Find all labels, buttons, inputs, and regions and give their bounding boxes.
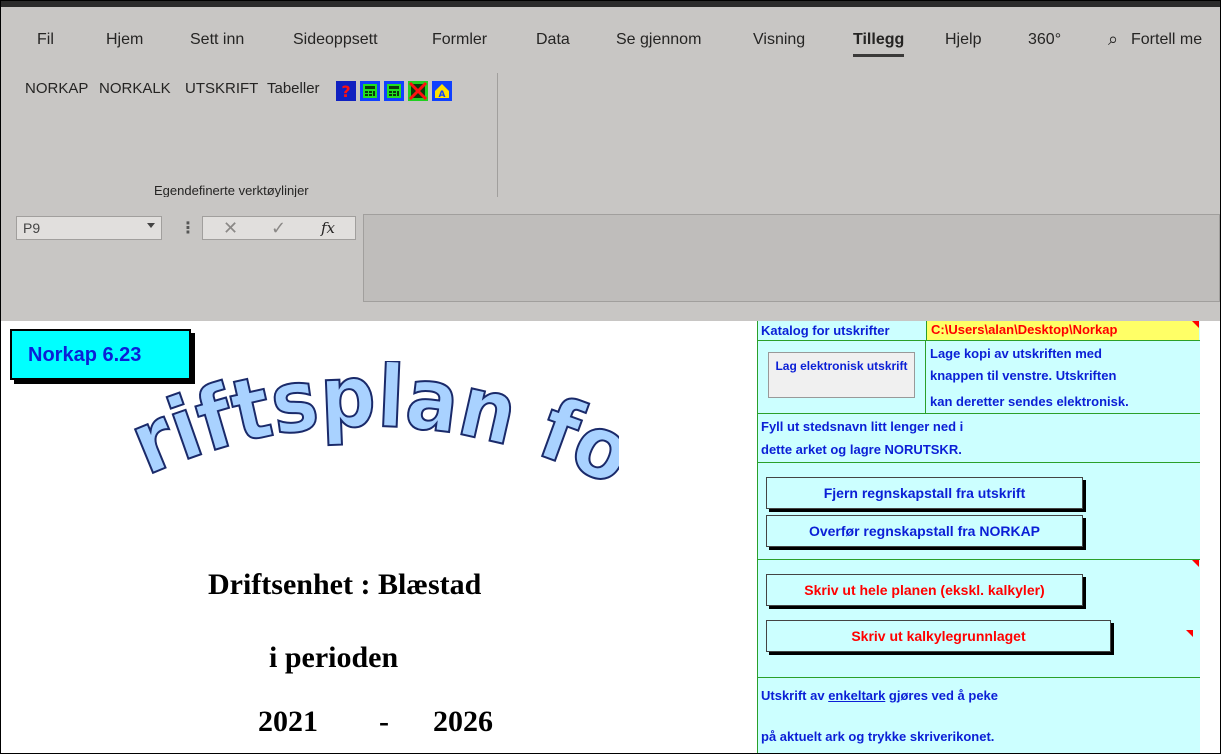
norkap-menu[interactable]: NORKAP	[25, 80, 88, 97]
comment-indicator-icon	[1192, 321, 1199, 328]
tab-visning[interactable]: Visning	[753, 31, 805, 49]
svg-text:A: A	[439, 90, 446, 100]
electronic-desc-2: knappen til venstre. Utskriften	[930, 368, 1117, 383]
svg-text:?: ?	[341, 82, 350, 101]
catalog-path-cell[interactable]: C:\Users\alan\Desktop\Norkap	[926, 321, 1199, 340]
name-box-value: P9	[23, 220, 41, 236]
tab-hjem[interactable]: Hjem	[106, 31, 143, 49]
svg-text:Driftsplan for: Driftsplan for	[119, 361, 619, 505]
help-icon[interactable]: ?	[336, 81, 356, 101]
electronic-desc-1: Lage kopi av utskriften med	[930, 346, 1102, 361]
comment-indicator-icon	[1192, 560, 1199, 567]
formula-buttons: ✕ ✓ fx	[202, 216, 356, 240]
tell-me-search[interactable]: Fortell me	[1131, 31, 1202, 49]
control-panel: Katalog for utskrifter C:\Users\alan\Des…	[757, 321, 1200, 753]
ribbon: Fil Hjem Sett inn Sideoppsett Formler Da…	[1, 1, 1220, 198]
year-separator: -	[379, 705, 389, 738]
electronic-print-button[interactable]: Lag elektronisk utskrift	[768, 352, 915, 398]
tab-formler[interactable]: Formler	[432, 31, 487, 49]
calculator-icon[interactable]	[384, 81, 404, 101]
insert-function-icon[interactable]: fx	[321, 219, 335, 237]
accounting-row: Fjern regnskapstall fra utskrift Overfør…	[758, 463, 1200, 560]
group-label: Egendefinerte verktøylinjer	[154, 183, 309, 198]
single-sheet-row: Utskrift av enkeltark gjøres ved å peke …	[758, 678, 1200, 753]
print-all-button[interactable]: Skriv ut hele planen (ekskl. kalkyler)	[766, 574, 1083, 606]
print-row: Skriv ut hele planen (ekskl. kalkyler) S…	[758, 560, 1200, 678]
tab-tillegg[interactable]: Tillegg	[853, 31, 905, 57]
catalog-label: Katalog for utskrifter	[761, 323, 890, 338]
utskrift-menu[interactable]: UTSKRIFT	[185, 80, 258, 97]
single-sheet-note-2: på aktuelt ark og trykke skriverikonet.	[761, 729, 995, 744]
tab-sideoppsett[interactable]: Sideoppsett	[293, 31, 378, 49]
period-line: i perioden	[269, 641, 399, 674]
year-to: 2026	[433, 705, 493, 738]
tab-sett-inn[interactable]: Sett inn	[190, 31, 244, 49]
formula-area: P9 ⋮ ✕ ✓ fx	[1, 197, 1220, 321]
group-separator	[497, 73, 498, 197]
remove-accounting-button[interactable]: Fjern regnskapstall fra utskrift	[766, 477, 1083, 509]
single-sheet-note: Utskrift av enkeltark gjøres ved å peke	[761, 688, 998, 703]
year-from: 2021	[258, 705, 318, 738]
calculator-icon[interactable]	[360, 81, 380, 101]
close-form-icon[interactable]	[408, 81, 428, 101]
electronic-row: Lag elektronisk utskrift Lage kopi av ut…	[758, 341, 1200, 414]
place-note-1: Fyll ut stedsnavn litt lenger ned i	[761, 419, 964, 434]
cancel-icon[interactable]: ✕	[223, 218, 238, 239]
single-sheet-pre: Utskrift av	[761, 688, 829, 703]
unit-line: Driftsenhet : Blæstad	[208, 568, 482, 601]
enter-icon[interactable]: ✓	[271, 218, 286, 239]
ribbon-tabs: Fil Hjem Sett inn Sideoppsett Formler Da…	[1, 29, 1220, 59]
electronic-desc-3: kan deretter sendes elektronisk.	[930, 394, 1129, 409]
transfer-accounting-button[interactable]: Overfør regnskapstall fra NORKAP	[766, 515, 1083, 547]
tab-se-gjennom[interactable]: Se gjennom	[616, 31, 701, 49]
house-icon[interactable]: A	[432, 81, 452, 101]
excel-window: Fil Hjem Sett inn Sideoppsett Formler Da…	[0, 0, 1221, 754]
print-calc-button[interactable]: Skriv ut kalkylegrunnlaget	[766, 620, 1111, 652]
wordart-title: Driftsplan for	[119, 361, 619, 506]
tabeller-menu[interactable]: Tabeller	[267, 80, 320, 97]
single-sheet-post: gjøres ved å peke	[885, 688, 999, 703]
chevron-down-icon[interactable]	[147, 223, 155, 228]
catalog-row: Katalog for utskrifter C:\Users\alan\Des…	[758, 321, 1200, 341]
wordart-text: Driftsplan for	[119, 361, 619, 506]
name-box[interactable]: P9	[16, 216, 162, 240]
norkalk-menu[interactable]: NORKALK	[99, 80, 171, 97]
place-note-2: dette arket og lagre NORUTSKR.	[761, 442, 962, 457]
enkeltark-link[interactable]: enkeltark	[828, 688, 885, 703]
worksheet[interactable]: Norkap 6.23 Driftsplan for Driftsenhet :…	[1, 321, 1220, 753]
tab-hjelp[interactable]: Hjelp	[945, 31, 981, 49]
drag-handle-icon[interactable]: ⋮	[180, 218, 196, 238]
formula-input[interactable]	[363, 214, 1220, 302]
comment-indicator-icon	[1186, 630, 1193, 637]
search-icon[interactable]: ⌕	[1108, 29, 1118, 50]
tab-fil[interactable]: Fil	[37, 31, 54, 49]
tab-360[interactable]: 360°	[1028, 31, 1061, 49]
tab-data[interactable]: Data	[536, 31, 570, 49]
place-note-row: Fyll ut stedsnavn litt lenger ned i dett…	[758, 414, 1200, 463]
cell-divider	[925, 341, 926, 414]
